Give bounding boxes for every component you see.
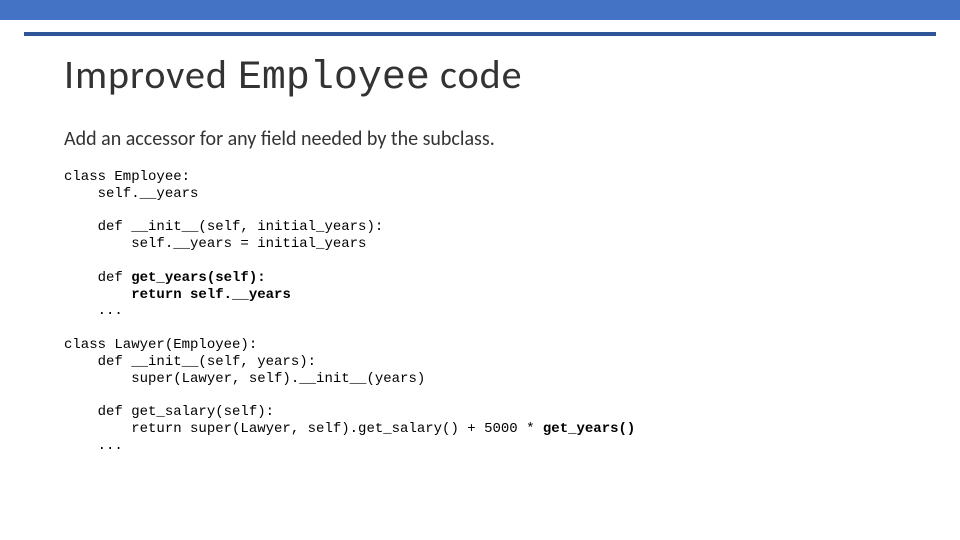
title-underline-wrap [0, 32, 960, 36]
code-line: ... [64, 438, 123, 454]
slide: Improved Employee code Add an accessor f… [0, 0, 960, 540]
content-area: Improved Employee code Add an accessor f… [0, 50, 960, 455]
code-block: class Employee: self.__years def __init_… [64, 169, 896, 455]
code-line: def __init__(self, years): [64, 354, 316, 370]
code-line: class Employee: [64, 169, 190, 185]
code-line: ... [64, 303, 123, 319]
code-line-part [64, 287, 131, 303]
title-mono: Employee [238, 56, 430, 101]
code-line: def __init__(self, initial_years): [64, 219, 383, 235]
code-line-bold: get_years() [543, 421, 635, 437]
code-line: super(Lawyer, self).__init__(years) [64, 371, 425, 387]
title-pre: Improved [64, 50, 238, 99]
page-title: Improved Employee code [64, 50, 896, 101]
code-line: self.__years [64, 186, 198, 202]
code-line-part: return super(Lawyer, self).get_salary() … [64, 421, 543, 437]
code-line: self.__years = initial_years [64, 236, 366, 252]
code-line: def get_salary(self): [64, 404, 274, 420]
subtitle: Add an accessor for any field needed by … [64, 127, 896, 151]
code-line: class Lawyer(Employee): [64, 337, 257, 353]
title-underline [24, 32, 936, 36]
code-line-part: def [64, 270, 131, 286]
title-post: code [440, 50, 523, 99]
code-line-bold: get_years(self): [131, 270, 265, 286]
top-accent-bar [0, 0, 960, 20]
code-line-bold: return self.__years [131, 287, 291, 303]
